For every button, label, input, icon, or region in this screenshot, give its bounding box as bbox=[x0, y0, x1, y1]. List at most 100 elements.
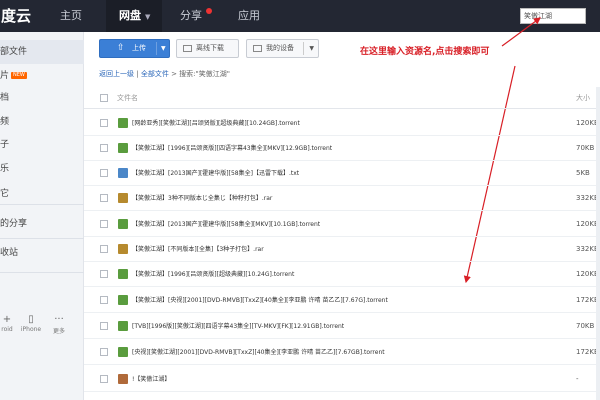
nav-share[interactable]: 分享 bbox=[180, 0, 210, 32]
upload-icon: ⇧ bbox=[117, 43, 125, 53]
nav-netdisk[interactable]: 网盘 ▼ bbox=[106, 0, 162, 32]
column-header-filename[interactable]: 文件名 bbox=[117, 87, 138, 109]
file-name[interactable]: [央视][笑傲江湖][2001][DVD-RMVB][TxxZ][40集全][李… bbox=[132, 340, 385, 365]
file-size: - bbox=[576, 375, 579, 383]
file-name[interactable]: 【笑傲江湖】[2013国产][霍建华版][58集全][MKV][10.1GB].… bbox=[132, 212, 320, 237]
select-all-checkbox[interactable] bbox=[100, 94, 108, 102]
table-row[interactable]: !【笑傲江湖】 - bbox=[84, 367, 600, 392]
file-name[interactable]: 【笑傲江湖】[1996][吕颂贤版][超级典藏][10.24G].torrent bbox=[132, 262, 294, 287]
file-name[interactable]: [TVB][1996版][笑傲江湖][四语字幕43集全][TV-MKV][FK]… bbox=[132, 314, 344, 339]
row-checkbox[interactable] bbox=[100, 144, 108, 152]
table-row[interactable]: 【笑傲江湖】[2013国产][霍建华版][58集全][MKV][10.1GB].… bbox=[84, 212, 600, 237]
sidebar-item-all-files[interactable]: 部文件 bbox=[0, 40, 84, 64]
chevron-down-icon[interactable]: ▼ bbox=[161, 40, 166, 57]
more-icon: ··· bbox=[54, 314, 64, 325]
new-badge: NEW bbox=[11, 72, 27, 79]
sidebar-item-label: 片 bbox=[0, 71, 10, 81]
table-row[interactable]: [网龄亚秀][笑傲江湖][吕颂贤版][超级典藏][10.24GB].torren… bbox=[84, 111, 600, 136]
chevron-down-icon[interactable]: ▼ bbox=[309, 40, 314, 57]
sidebar-item-music[interactable]: 乐 bbox=[0, 157, 84, 181]
file-size: 5KB bbox=[576, 169, 590, 177]
row-checkbox[interactable] bbox=[100, 245, 108, 253]
row-checkbox[interactable] bbox=[100, 169, 108, 177]
torrent-file-icon bbox=[118, 295, 128, 305]
archive-file-icon bbox=[118, 193, 128, 203]
table-row[interactable]: 【笑傲江湖】[不同版本][全集]【3种子打包】.rar 332KB bbox=[84, 237, 600, 262]
instruction-annotation: 在这里输入资源名,点击搜索即可 bbox=[360, 47, 490, 57]
row-checkbox[interactable] bbox=[100, 119, 108, 127]
file-name[interactable]: !【笑傲江湖】 bbox=[132, 367, 170, 392]
table-row[interactable]: 【笑傲江湖】[1996][吕颂贤版][超级典藏][10.24G].torrent… bbox=[84, 262, 600, 287]
sidebar-item-other[interactable]: 它 bbox=[0, 182, 84, 206]
table-row[interactable]: 【笑傲江湖】[1996][吕颂贤版][四语字幕43集全][MKV][12.9GB… bbox=[84, 136, 600, 161]
notification-dot bbox=[206, 8, 212, 14]
torrent-file-icon bbox=[118, 347, 128, 357]
sidebar-divider bbox=[0, 204, 84, 205]
nav-home[interactable]: 主页 bbox=[60, 0, 88, 32]
file-name[interactable]: [网龄亚秀][笑傲江湖][吕颂贤版][超级典藏][10.24GB].torren… bbox=[132, 111, 300, 136]
device-label: iPhone bbox=[20, 326, 42, 333]
offline-download-label: 离线下载 bbox=[196, 44, 224, 52]
row-checkbox[interactable] bbox=[100, 375, 108, 383]
sidebar-item-recycle-bin[interactable]: 收站 bbox=[0, 241, 84, 265]
sidebar-item-images[interactable]: 片 NEW bbox=[0, 64, 84, 88]
download-icon bbox=[183, 44, 192, 52]
table-row[interactable]: [TVB][1996版][笑傲江湖][四语字幕43集全][TV-MKV][FK]… bbox=[84, 314, 600, 339]
sidebar-item-my-shares[interactable]: 的分享 bbox=[0, 212, 84, 236]
row-checkbox[interactable] bbox=[100, 220, 108, 228]
offline-download-button[interactable]: 离线下载 bbox=[176, 39, 239, 58]
torrent-file-icon bbox=[118, 269, 128, 279]
breadcrumb-search-term: 搜索:"笑傲江湖" bbox=[179, 70, 230, 78]
file-name[interactable]: 【笑傲江湖】[1996][吕颂贤版][四语字幕43集全][MKV][12.9GB… bbox=[132, 136, 332, 161]
android-icon: + bbox=[2, 314, 12, 325]
table-row[interactable]: 【笑傲江湖】3种不同版本じ全集じ【种籽打包】.rar 332KB bbox=[84, 186, 600, 211]
table-row[interactable]: [央视][笑傲江湖][2001][DVD-RMVB][TxxZ][40集全][李… bbox=[84, 340, 600, 365]
sidebar-item-torrents[interactable]: 子 bbox=[0, 133, 84, 157]
file-name[interactable]: 【笑傲江湖】[不同版本][全集]【3种子打包】.rar bbox=[132, 237, 264, 262]
button-divider bbox=[303, 42, 304, 55]
file-size: 70KB bbox=[576, 144, 595, 152]
breadcrumb-all-files-link[interactable]: 全部文件 bbox=[141, 70, 169, 78]
button-divider bbox=[156, 42, 157, 55]
table-row[interactable]: 【笑傲江湖】[2013国产][霍建华版][58集全]【迅雷下载】.txt 5KB bbox=[84, 161, 600, 186]
nav-apps[interactable]: 应用 bbox=[238, 0, 268, 32]
folder-icon bbox=[118, 374, 128, 384]
torrent-file-icon bbox=[118, 321, 128, 331]
row-checkbox[interactable] bbox=[100, 322, 108, 330]
phone-icon: ▯ bbox=[28, 314, 34, 325]
file-name[interactable]: 【笑傲江湖】3种不同版本じ全集じ【种籽打包】.rar bbox=[132, 186, 272, 211]
column-header-size[interactable]: 大小 bbox=[576, 87, 590, 109]
device-android[interactable]: + roid bbox=[0, 314, 18, 333]
text-file-icon bbox=[118, 168, 128, 178]
sidebar-item-documents[interactable]: 档 bbox=[0, 86, 84, 110]
sidebar-item-videos[interactable]: 频 bbox=[0, 110, 84, 134]
vertical-scrollbar[interactable] bbox=[596, 87, 600, 400]
row-checkbox[interactable] bbox=[100, 194, 108, 202]
my-device-button[interactable]: 我的设备 ▼ bbox=[246, 39, 319, 58]
file-name[interactable]: 【笑傲江湖】[2013国产][霍建华版][58集全]【迅雷下载】.txt bbox=[132, 161, 299, 186]
file-size: 70KB bbox=[576, 322, 595, 330]
nav-netdisk-label: 网盘 bbox=[119, 9, 141, 22]
device-iphone[interactable]: ▯ iPhone bbox=[20, 314, 42, 333]
search-input[interactable]: 笑傲江湖 bbox=[520, 8, 586, 24]
sidebar-divider bbox=[0, 272, 84, 273]
file-table-header: 文件名 大小 bbox=[84, 87, 600, 109]
breadcrumb-separator: > bbox=[171, 70, 180, 78]
archive-file-icon bbox=[118, 244, 128, 254]
device-label: roid bbox=[1, 326, 13, 333]
row-checkbox[interactable] bbox=[100, 296, 108, 304]
torrent-file-icon bbox=[118, 118, 128, 128]
app-logo[interactable]: 度云 bbox=[0, 0, 44, 32]
breadcrumb: 返回上一级 | 全部文件 > 搜索:"笑傲江湖" bbox=[99, 69, 230, 79]
torrent-file-icon bbox=[118, 143, 128, 153]
sidebar: 部文件 片 NEW 档 频 子 乐 它 的分享 收站 + roid ▯ iPhon… bbox=[0, 32, 84, 400]
table-row[interactable]: 【笑傲江湖】[央视][2001][DVD-RMVB][TxxZ][40集全][李… bbox=[84, 288, 600, 313]
upload-button[interactable]: ⇧ 上传 ▼ bbox=[99, 39, 170, 58]
row-checkbox[interactable] bbox=[100, 270, 108, 278]
device-more[interactable]: ··· 更多 bbox=[48, 314, 70, 335]
row-checkbox[interactable] bbox=[100, 348, 108, 356]
device-label: 更多 bbox=[52, 328, 65, 335]
sidebar-divider bbox=[0, 238, 84, 239]
file-name[interactable]: 【笑傲江湖】[央视][2001][DVD-RMVB][TxxZ][40集全][李… bbox=[132, 288, 388, 313]
breadcrumb-back-link[interactable]: 返回上一级 bbox=[99, 70, 134, 78]
